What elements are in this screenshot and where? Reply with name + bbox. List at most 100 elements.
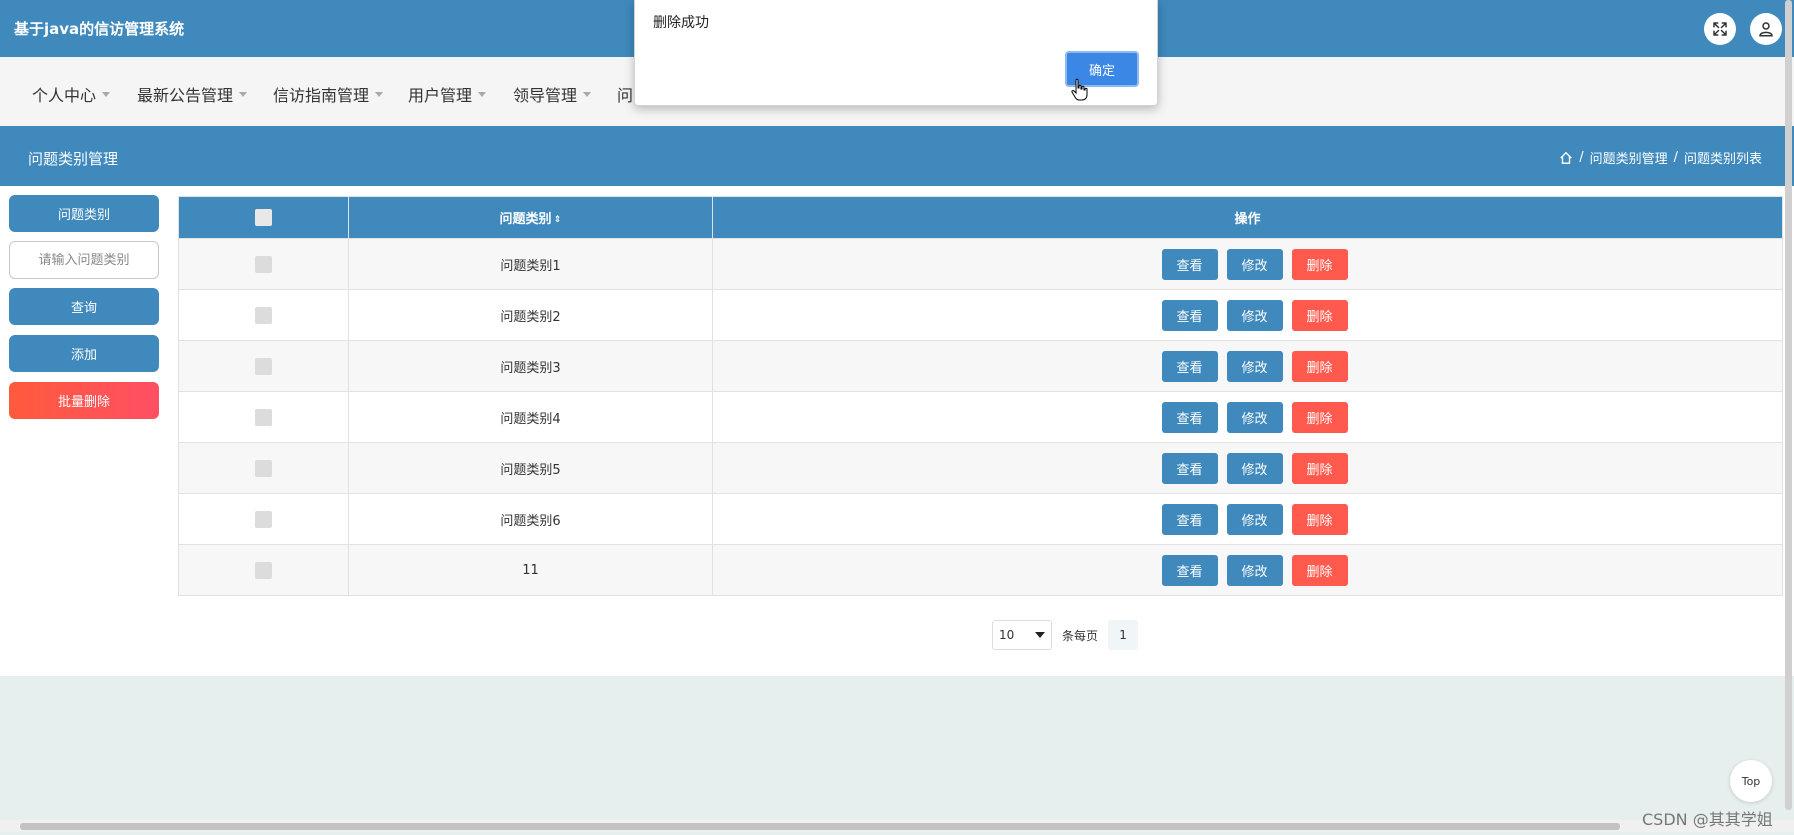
select-all-header <box>178 196 349 239</box>
horizontal-scrollbar[interactable] <box>0 820 1794 832</box>
row-checkbox[interactable] <box>255 561 272 579</box>
edit-button[interactable]: 修改 <box>1226 299 1283 331</box>
nav-item-users[interactable]: 用户管理 <box>408 82 487 106</box>
page-number[interactable]: 1 <box>1108 620 1139 650</box>
view-button[interactable]: 查看 <box>1161 248 1218 280</box>
nav-item-label: 最新公告管理 <box>137 86 234 105</box>
row-checkbox[interactable] <box>255 459 272 477</box>
delete-button[interactable]: 删除 <box>1291 299 1348 331</box>
row-checkbox[interactable] <box>255 408 272 426</box>
breadcrumb-item[interactable]: 问题类别管理 <box>1590 148 1668 167</box>
category-cell: 问题类别5 <box>348 442 713 494</box>
breadcrumb-item: 问题类别列表 <box>1683 152 1762 167</box>
row-checkbox-cell <box>178 442 349 494</box>
category-header-label: 问题类别 <box>499 212 552 227</box>
edit-button[interactable]: 修改 <box>1226 554 1283 586</box>
content-area: 问题类别 查询 添加 批量删除 问题类别⇕ 操作 问题类别1 查看 修改 删除 <box>0 186 1794 676</box>
delete-button[interactable]: 删除 <box>1291 554 1348 586</box>
nav-item-personal-center[interactable]: 个人中心 <box>32 82 111 106</box>
hand-cursor-icon <box>1071 78 1088 101</box>
edit-button[interactable]: 修改 <box>1226 248 1283 280</box>
row-checkbox[interactable] <box>255 357 272 375</box>
nav-item-label: 问 <box>617 86 634 105</box>
table-row: 问题类别1 查看 修改 删除 <box>178 238 1783 290</box>
delete-button[interactable]: 删除 <box>1291 248 1348 280</box>
view-button[interactable]: 查看 <box>1161 299 1218 331</box>
back-to-top-button[interactable]: Top <box>1730 760 1772 802</box>
category-column-header[interactable]: 问题类别 ⇕ <box>348 196 713 239</box>
category-cell: 问题类别1 <box>348 238 713 290</box>
operations-cell: 查看 修改 删除 <box>712 289 1783 341</box>
table-row: 问题类别4 查看 修改 删除 <box>178 391 1783 443</box>
nav-item-questions[interactable]: 问 <box>617 82 633 106</box>
category-search-input[interactable] <box>9 241 159 279</box>
row-checkbox-cell <box>178 493 349 545</box>
nav-item-announcements[interactable]: 最新公告管理 <box>137 82 248 106</box>
row-checkbox-cell <box>178 391 349 443</box>
user-icon[interactable] <box>1750 13 1782 45</box>
chevron-down-icon <box>1035 632 1045 638</box>
category-cell: 问题类别6 <box>348 493 713 545</box>
edit-button[interactable]: 修改 <box>1226 350 1283 382</box>
operations-cell: 查看 修改 删除 <box>712 238 1783 290</box>
view-button[interactable]: 查看 <box>1161 554 1218 586</box>
edit-button[interactable]: 修改 <box>1226 401 1283 433</box>
page-title: 问题类别管理 <box>28 150 119 168</box>
edit-button[interactable]: 修改 <box>1226 452 1283 484</box>
category-cell: 问题类别4 <box>348 391 713 443</box>
nav-item-petition-guide[interactable]: 信访指南管理 <box>273 82 384 106</box>
caret-down-icon <box>239 91 248 97</box>
category-cell: 问题类别3 <box>348 340 713 392</box>
view-button[interactable]: 查看 <box>1161 350 1218 382</box>
table-row: 11 查看 修改 删除 <box>178 544 1783 596</box>
category-table: 问题类别 ⇕ 操作 问题类别1 查看 修改 删除 问题类别2 查看 修改 删除 … <box>178 196 1783 596</box>
page-size-select[interactable]: 10 <box>992 620 1052 650</box>
delete-button[interactable]: 删除 <box>1291 350 1348 382</box>
scrollbar-thumb[interactable] <box>20 823 1620 830</box>
search-button[interactable]: 查询 <box>9 288 159 325</box>
operations-cell: 查看 修改 删除 <box>712 391 1783 443</box>
vertical-scrollbar[interactable] <box>1782 0 1794 820</box>
delete-button[interactable]: 删除 <box>1291 452 1348 484</box>
batch-delete-button[interactable]: 批量删除 <box>9 382 159 419</box>
operations-cell: 查看 修改 删除 <box>712 493 1783 545</box>
nav-item-label: 个人中心 <box>32 86 97 105</box>
scrollbar-thumb[interactable] <box>1785 0 1792 810</box>
row-checkbox-cell <box>178 238 349 290</box>
select-all-checkbox[interactable] <box>255 209 272 226</box>
table-row: 问题类别5 查看 修改 删除 <box>178 442 1783 494</box>
home-icon[interactable] <box>1559 151 1573 165</box>
category-cell: 11 <box>348 544 713 596</box>
caret-down-icon <box>583 91 592 97</box>
operations-cell: 查看 修改 删除 <box>712 442 1783 494</box>
delete-button[interactable]: 删除 <box>1291 401 1348 433</box>
nav-item-label: 信访指南管理 <box>273 86 370 105</box>
sort-icon[interactable]: ⇕ <box>554 215 562 225</box>
fullscreen-icon[interactable] <box>1704 13 1736 45</box>
row-checkbox[interactable] <box>255 306 272 324</box>
operations-cell: 查看 修改 删除 <box>712 544 1783 596</box>
edit-button[interactable]: 修改 <box>1226 503 1283 535</box>
table-row: 问题类别3 查看 修改 删除 <box>178 340 1783 392</box>
row-checkbox-cell <box>178 544 349 596</box>
row-checkbox[interactable] <box>255 510 272 528</box>
view-button[interactable]: 查看 <box>1161 503 1218 535</box>
table-row: 问题类别2 查看 修改 删除 <box>178 289 1783 341</box>
delete-button[interactable]: 删除 <box>1291 503 1348 535</box>
row-checkbox-cell <box>178 289 349 341</box>
add-button[interactable]: 添加 <box>9 335 159 372</box>
table-row: 问题类别6 查看 修改 删除 <box>178 493 1783 545</box>
nav-item-leaders[interactable]: 领导管理 <box>513 82 592 106</box>
view-button[interactable]: 查看 <box>1161 401 1218 433</box>
row-checkbox[interactable] <box>255 255 272 273</box>
view-button[interactable]: 查看 <box>1161 452 1218 484</box>
caret-down-icon <box>102 91 111 97</box>
page-size-value: 10 <box>999 628 1015 642</box>
filter-label: 问题类别 <box>9 195 159 232</box>
operations-column-header: 操作 <box>712 196 1783 239</box>
caret-down-icon <box>478 91 487 97</box>
breadcrumb: / 问题类别管理 / 问题类别列表 <box>1559 148 1762 167</box>
app-title: 基于java的信访管理系统 <box>14 20 185 38</box>
breadcrumb-separator: / <box>1673 150 1678 165</box>
page-header: 问题类别管理 / 问题类别管理 / 问题类别列表 <box>0 126 1794 186</box>
